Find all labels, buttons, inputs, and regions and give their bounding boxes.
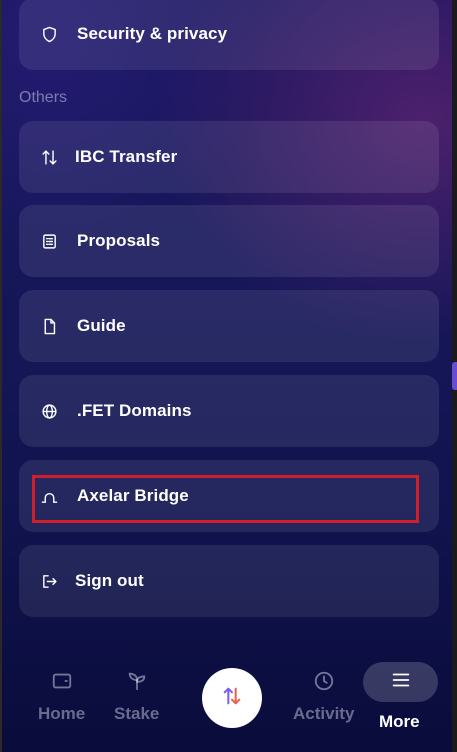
menu-item-proposals[interactable]: Proposals xyxy=(19,205,439,277)
highlight-box xyxy=(32,475,419,523)
nav-home[interactable]: Home xyxy=(38,670,85,724)
section-title-others: Others xyxy=(19,89,68,106)
arrows-transfer-icon xyxy=(39,147,59,167)
clock-icon xyxy=(313,670,335,692)
nav-more-pill[interactable] xyxy=(363,662,438,702)
nav-stake[interactable]: Stake xyxy=(114,670,159,724)
swap-arrows-icon xyxy=(221,685,243,712)
menu-item-sign-out[interactable]: Sign out xyxy=(19,545,439,617)
menu-item-label: Sign out xyxy=(75,571,144,590)
menu-item-security-privacy[interactable]: Security & privacy xyxy=(19,0,439,70)
more-menu-panel: Security & privacy Others IBC Transfer P… xyxy=(0,0,457,752)
swap-button[interactable] xyxy=(202,668,262,728)
nav-home-label: Home xyxy=(38,704,86,723)
menu-item-label: .FET Domains xyxy=(77,401,192,420)
menu-item-label: Security & privacy xyxy=(77,24,228,43)
shield-icon xyxy=(39,24,59,44)
menu-item-fet-domains[interactable]: .FET Domains xyxy=(19,375,439,447)
nav-activity-label: Activity xyxy=(293,704,355,723)
nav-more[interactable]: More xyxy=(379,712,420,732)
menu-item-label: IBC Transfer xyxy=(75,147,178,166)
sign-out-icon xyxy=(39,571,59,591)
menu-item-guide[interactable]: Guide xyxy=(19,290,439,362)
menu-item-ibc-transfer[interactable]: IBC Transfer xyxy=(19,121,439,193)
scroll-indicator xyxy=(452,362,457,390)
nav-more-label: More xyxy=(379,712,420,731)
wallet-icon xyxy=(51,670,73,692)
menu-icon xyxy=(390,669,412,696)
document-list-icon xyxy=(39,231,59,251)
globe-icon xyxy=(39,401,59,421)
nav-stake-label: Stake xyxy=(114,704,160,723)
menu-item-label: Proposals xyxy=(77,231,161,250)
nav-activity[interactable]: Activity xyxy=(293,670,354,724)
document-icon xyxy=(39,316,59,336)
bottom-nav: Home Stake Activity More xyxy=(2,640,454,752)
sprout-icon xyxy=(126,670,148,692)
menu-item-label: Guide xyxy=(77,316,126,335)
